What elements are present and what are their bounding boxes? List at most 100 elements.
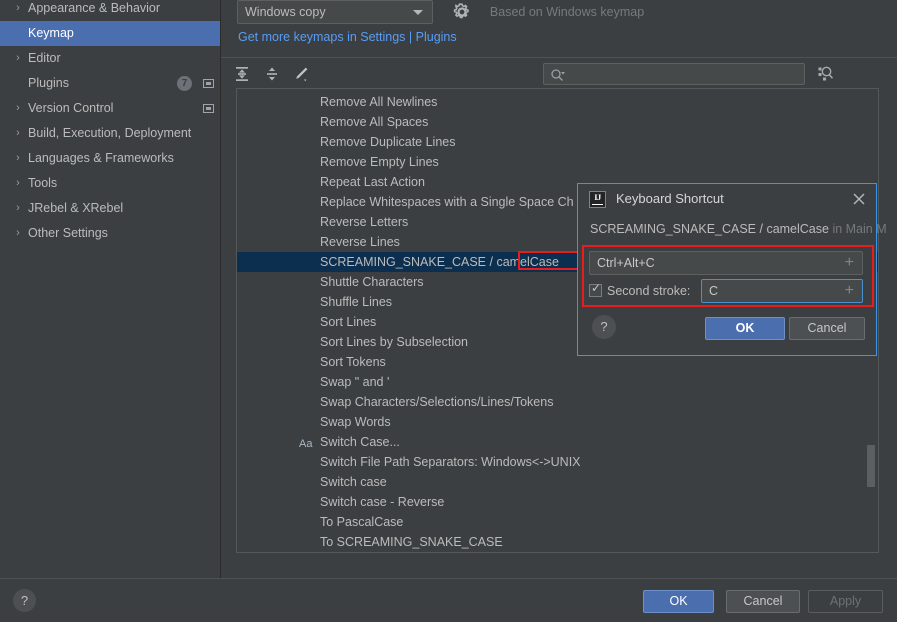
cancel-button[interactable]: Cancel [726,590,800,613]
sidebar-item-keymap[interactable]: Keymap [0,21,220,46]
sidebar-item-jrebel-xrebel[interactable]: › JRebel & XRebel [0,196,220,221]
help-button[interactable]: ? [13,589,36,612]
keymap-selection-row: Windows copy Based on Windows keymap [237,0,644,26]
row-icon [299,334,315,350]
row-icon [299,94,315,110]
row-icon [299,454,315,470]
chevron-placeholder-icon [12,71,24,96]
row-icon [299,134,315,150]
chevron-right-icon[interactable]: › [12,221,24,246]
row-icon [299,234,315,250]
chevron-right-icon[interactable]: › [12,196,24,221]
keymap-select[interactable]: Windows copy [237,0,433,24]
list-item[interactable]: Remove All Spaces [237,112,878,132]
apply-button[interactable]: Apply [808,590,883,613]
row-icon [299,414,315,430]
list-item[interactable]: To SCREAMING_SNAKE_CASE [237,532,878,552]
chevron-right-icon[interactable]: › [12,121,24,146]
sidebar-item-label: JRebel & XRebel [28,201,124,215]
sidebar-item-plugins[interactable]: Plugins 7 [0,71,220,96]
list-item-label: Switch Case... [320,435,400,449]
row-icon [299,194,315,210]
list-item[interactable]: Remove Duplicate Lines [237,132,878,152]
row-icon [299,514,315,530]
list-item-label: Remove All Newlines [320,95,438,109]
search-magnifier-icon [550,68,565,81]
intellij-logo-icon: IJ [589,191,606,208]
row-icon [299,294,315,310]
chevron-placeholder-icon [12,21,24,46]
close-icon[interactable] [851,191,867,207]
dialog-title: Keyboard Shortcut [616,191,724,206]
find-by-shortcut-icon[interactable] [815,63,837,85]
sidebar-item-appearance-behavior[interactable]: › Appearance & Behavior [0,0,220,21]
chevron-right-icon[interactable]: › [12,46,24,71]
chevron-down-icon [413,10,423,15]
dialog-subtitle: SCREAMING_SNAKE_CASE / camelCase in Main… [590,222,887,236]
gear-icon[interactable] [451,1,473,23]
list-item-label: To PascalCase [320,515,404,529]
row-icon [299,534,315,550]
get-more-keymaps-link[interactable]: Get more keymaps in Settings | Plugins [238,30,457,44]
dialog-subtitle-context: in Main M [828,222,887,236]
dialog-title-bar: IJ Keyboard Shortcut [578,184,876,214]
list-item-label: Shuttle Characters [320,275,424,289]
second-stroke-input[interactable]: C + [701,279,863,303]
sidebar-item-build-execution-deployment[interactable]: › Build, Execution, Deployment [0,121,220,146]
ok-button[interactable]: OK [643,590,714,613]
list-item[interactable]: Remove All Newlines [237,92,878,112]
list-item-label: Repeat Last Action [320,175,425,189]
row-icon [299,274,315,290]
list-item-label: Switch File Path Separators: Windows<->U… [320,455,581,469]
row-icon [299,494,315,510]
expand-all-icon[interactable] [232,64,252,84]
list-item[interactable]: Swap " and ' [237,372,878,392]
sidebar-item-label: Appearance & Behavior [28,1,161,15]
row-icon [299,154,315,170]
plugins-link[interactable]: Plugins [416,30,457,44]
dialog-ok-button[interactable]: OK [705,317,785,340]
list-item-label: Shuffle Lines [320,295,393,309]
get-more-keymaps-text[interactable]: Get more keymaps in Settings [238,30,405,44]
list-item-label: Swap Words [320,415,391,429]
second-stroke-checkbox[interactable] [589,281,602,297]
chevron-right-icon[interactable]: › [12,96,24,121]
list-item[interactable]: To PascalCase [237,512,878,532]
sidebar-item-other-settings[interactable]: › Other Settings [0,221,220,246]
sidebar-item-label: Keymap [28,26,74,40]
collapse-all-icon[interactable] [262,64,282,84]
list-item[interactable]: Swap Characters/Selections/Lines/Tokens [237,392,878,412]
second-stroke-value: C [709,284,719,298]
list-item[interactable]: Aa Switch Case... [237,432,878,452]
sidebar-item-editor[interactable]: › Editor [0,46,220,71]
list-item-label: Remove Empty Lines [320,155,439,169]
sidebar-item-tools[interactable]: › Tools [0,171,220,196]
sidebar-item-languages-frameworks[interactable]: › Languages & Frameworks [0,146,220,171]
list-item[interactable]: Switch case [237,472,878,492]
list-item-label: Switch case - Reverse [320,495,445,509]
list-item[interactable]: Switch case - Reverse [237,492,878,512]
first-stroke-input[interactable]: Ctrl+Alt+C + [589,251,863,275]
switch-case-icon: Aa [299,438,313,450]
settings-sidebar: › Appearance & Behavior Keymap › Editor … [0,0,221,578]
project-scope-icon [203,79,214,88]
list-item[interactable]: Remove Empty Lines [237,152,878,172]
chevron-right-icon[interactable]: › [12,0,24,21]
list-item-label: Sort Lines by Subselection [320,335,469,349]
keymap-select-value: Windows copy [245,5,326,19]
row-icon [299,474,315,490]
edit-pencil-icon[interactable] [291,64,311,84]
list-item[interactable]: Switch File Path Separators: Windows<->U… [237,452,878,472]
vertical-scrollbar-thumb[interactable] [867,445,875,487]
chevron-right-icon[interactable]: › [12,146,24,171]
logo-underline [592,203,603,205]
dialog-help-button[interactable]: ? [592,315,616,339]
chevron-right-icon[interactable]: › [12,171,24,196]
search-input[interactable] [543,63,805,85]
list-item-label: Reverse Letters [320,215,409,229]
row-icon [299,354,315,370]
sidebar-item-version-control[interactable]: › Version Control [0,96,220,121]
list-item[interactable]: Swap Words [237,412,878,432]
dialog-subtitle-action: SCREAMING_SNAKE_CASE / camelCase [590,222,829,236]
dialog-cancel-button[interactable]: Cancel [789,317,865,340]
